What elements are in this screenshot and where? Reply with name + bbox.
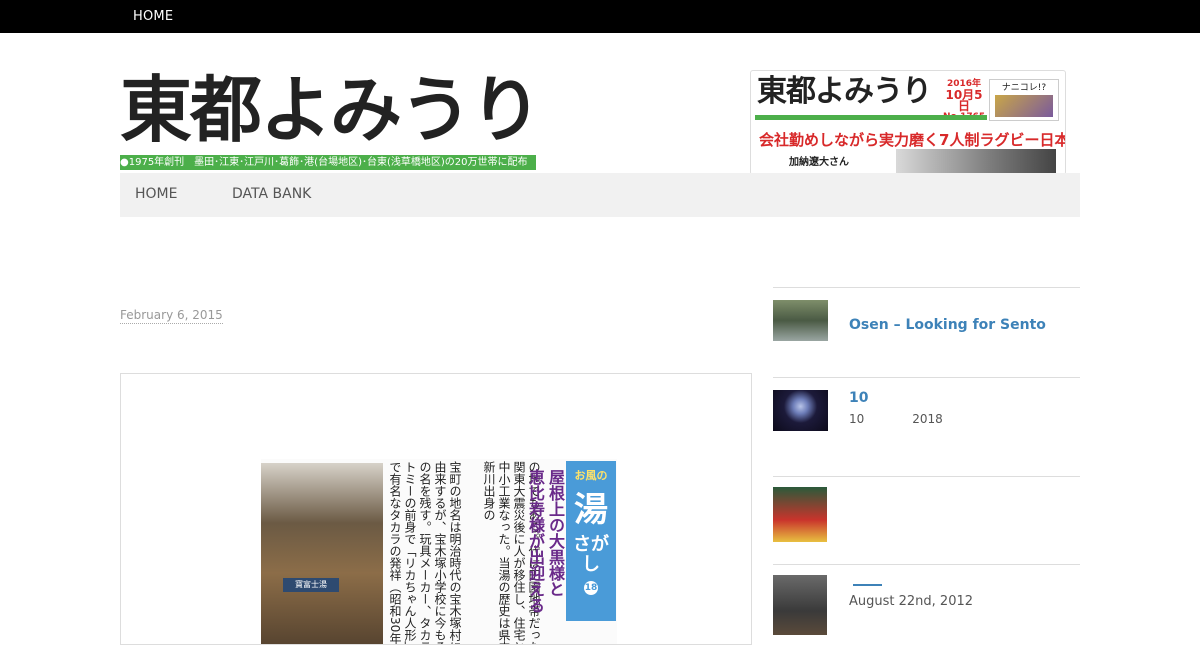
sidebar-thumb[interactable] [773, 300, 828, 341]
promo-headline: 会社勤めしながら実力磨く7人制ラグビー日本代表 [759, 131, 1066, 149]
sidebar-item[interactable]: August 22nd, 2012 [773, 564, 1080, 635]
sidebar-meta: 10 2018 [849, 412, 943, 426]
promo-green-strip [755, 115, 987, 120]
promo-subtext: 加納遼大さん [789, 157, 849, 168]
nav-data-bank[interactable]: DATA BANK [232, 186, 311, 202]
logo-title: 東都よみうり [120, 68, 542, 152]
main-nav: HOME DATA BANK [120, 173, 1080, 217]
sidebar-item[interactable]: Osen – Looking for Sento [773, 287, 1080, 378]
logo-tagline: ●1975年創刊 墨田･江東･江戸川･葛飾･港(台場地区)･台東(浅草橋地区)の… [120, 155, 536, 170]
promo-side-image [995, 95, 1053, 117]
sidebar-meta: August 22nd, 2012 [849, 594, 974, 609]
sidebar-thumb[interactable] [773, 390, 828, 431]
header-promo-banner[interactable]: 東都よみうり 2016年 10月5日 No.1765 ナニコレ!? 会社勤めしな… [750, 70, 1066, 175]
article-image[interactable]: 寶富士湯 宝町の地名は明治時代の宝木塚村に由来するが、宝木塚小学校に今もその名を… [120, 373, 752, 645]
top-home-link[interactable]: HOME [133, 9, 173, 24]
sidebar-title[interactable]: 10 [849, 390, 868, 406]
post-date[interactable]: February 6, 2015 [120, 308, 223, 324]
site-logo[interactable]: 東都よみうり ●1975年創刊 墨田･江東･江戸川･葛飾･港(台場地区)･台東(… [120, 70, 542, 170]
newspaper-scan: 寶富士湯 宝町の地名は明治時代の宝木塚村に由来するが、宝木塚小学校に今もその名を… [261, 459, 617, 645]
sidebar-title-underline [853, 584, 882, 586]
bathhouse-sign: 寶富士湯 [283, 578, 339, 592]
scan-headline-1: 屋根上の大黒様と [546, 469, 565, 597]
scan-title-panel: お風の 湯 さがし 18 [566, 461, 616, 621]
promo-title: 東都よみうり [757, 74, 932, 109]
top-bar: HOME [0, 0, 1200, 33]
sidebar-thumb[interactable] [773, 575, 827, 635]
bathhouse-photo: 寶富士湯 [261, 463, 383, 644]
sidebar-item[interactable] [773, 476, 1080, 565]
sidebar-item[interactable]: 10 10 2018 [773, 377, 1080, 477]
promo-side-box: ナニコレ!? [989, 79, 1059, 121]
scan-column-1: 宝町の地名は明治時代の宝木塚村に由来するが、宝木塚小学校に今もその名を残す。玩具… [388, 461, 462, 645]
sidebar-thumb[interactable] [773, 487, 827, 542]
nav-home[interactable]: HOME [135, 186, 177, 202]
sidebar-title[interactable]: Osen – Looking for Sento [849, 317, 1046, 333]
promo-photo [896, 149, 1056, 174]
